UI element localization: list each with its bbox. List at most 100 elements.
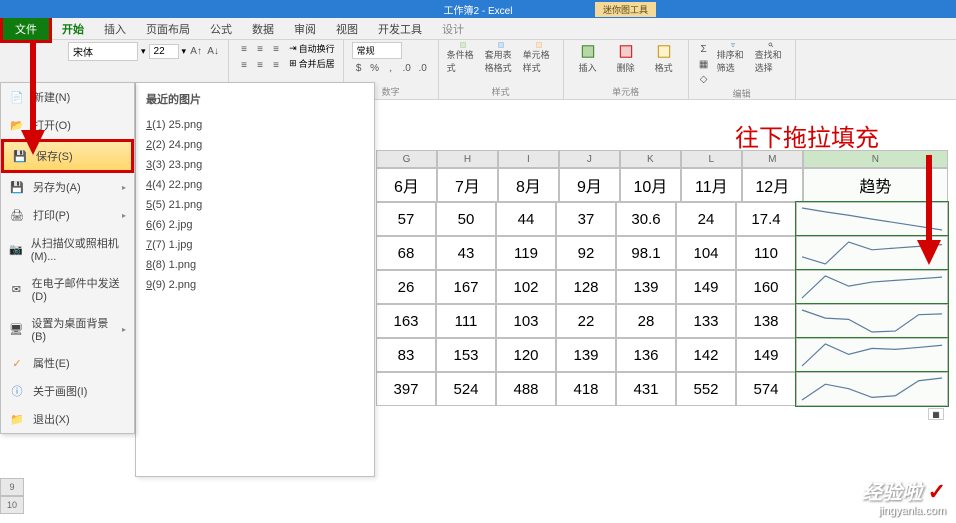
data-cell[interactable]: 119	[496, 236, 556, 270]
header-cell[interactable]: 9月	[559, 168, 620, 202]
tab-review[interactable]: 审阅	[284, 18, 326, 40]
increase-decimal-icon[interactable]: .0	[400, 61, 414, 75]
data-cell[interactable]: 133	[676, 304, 736, 338]
data-cell[interactable]: 574	[736, 372, 796, 406]
header-cell[interactable]: 8月	[498, 168, 559, 202]
sparkline-cell[interactable]	[796, 304, 948, 338]
row-header[interactable]: 9	[0, 478, 24, 496]
data-cell[interactable]: 552	[676, 372, 736, 406]
data-cell[interactable]: 44	[496, 202, 556, 236]
data-cell[interactable]: 111	[436, 304, 496, 338]
tab-start[interactable]: 开始	[52, 18, 94, 40]
tab-formula[interactable]: 公式	[200, 18, 242, 40]
header-cell[interactable]: 12月	[742, 168, 803, 202]
data-cell[interactable]: 103	[496, 304, 556, 338]
data-cell[interactable]: 43	[436, 236, 496, 270]
fill-icon[interactable]: ▦	[697, 57, 711, 71]
recent-item[interactable]: 9(9) 2.png	[146, 275, 364, 295]
insert-cells-button[interactable]: 插入	[572, 42, 604, 74]
menu-background[interactable]: 🖥设置为桌面背景(B)▸	[1, 309, 134, 349]
data-cell[interactable]: 83	[376, 338, 436, 372]
column-header[interactable]: J	[559, 150, 620, 168]
recent-item[interactable]: 4(4) 22.png	[146, 175, 364, 195]
data-cell[interactable]: 50	[436, 202, 496, 236]
data-cell[interactable]: 488	[496, 372, 556, 406]
column-header[interactable]: K	[620, 150, 681, 168]
data-cell[interactable]: 149	[676, 270, 736, 304]
data-cell[interactable]: 128	[556, 270, 616, 304]
data-cell[interactable]: 160	[736, 270, 796, 304]
sparkline-cell[interactable]	[796, 372, 948, 406]
column-header[interactable]: G	[376, 150, 437, 168]
data-cell[interactable]: 22	[556, 304, 616, 338]
data-cell[interactable]: 92	[556, 236, 616, 270]
font-name-select[interactable]: 宋体	[68, 42, 138, 61]
find-select-button[interactable]: 查找和选择	[755, 42, 787, 74]
align-middle-icon[interactable]: ≡	[253, 42, 267, 56]
data-cell[interactable]: 17.4	[736, 202, 796, 236]
tab-layout[interactable]: 页面布局	[136, 18, 200, 40]
conditional-format-button[interactable]: 条件格式	[447, 42, 479, 74]
data-cell[interactable]: 153	[436, 338, 496, 372]
increase-font-icon[interactable]: A↑	[189, 45, 203, 59]
data-cell[interactable]: 57	[376, 202, 436, 236]
recent-item[interactable]: 5(5) 21.png	[146, 195, 364, 215]
column-header[interactable]: L	[681, 150, 742, 168]
data-cell[interactable]: 102	[496, 270, 556, 304]
data-cell[interactable]: 68	[376, 236, 436, 270]
align-top-icon[interactable]: ≡	[237, 42, 251, 56]
comma-icon[interactable]: ,	[384, 61, 398, 75]
sort-filter-button[interactable]: 排序和筛选	[717, 42, 749, 74]
align-bottom-icon[interactable]: ≡	[269, 42, 283, 56]
format-cells-button[interactable]: 格式	[648, 42, 680, 74]
sparkline-cell[interactable]	[796, 270, 948, 304]
data-cell[interactable]: 397	[376, 372, 436, 406]
table-format-button[interactable]: 套用表格格式	[485, 42, 517, 74]
data-cell[interactable]: 30.6	[616, 202, 676, 236]
sparkline-cell[interactable]	[796, 338, 948, 372]
decrease-decimal-icon[interactable]: .0	[416, 61, 430, 75]
recent-item[interactable]: 2(2) 24.png	[146, 135, 364, 155]
data-cell[interactable]: 149	[736, 338, 796, 372]
clear-icon[interactable]: ◇	[697, 72, 711, 86]
data-cell[interactable]: 167	[436, 270, 496, 304]
tab-view[interactable]: 视图	[326, 18, 368, 40]
data-cell[interactable]: 98.1	[616, 236, 676, 270]
align-center-icon[interactable]: ≡	[253, 58, 267, 72]
file-menu-button[interactable]: 文件	[0, 15, 52, 43]
data-cell[interactable]: 138	[736, 304, 796, 338]
header-cell[interactable]: 10月	[620, 168, 681, 202]
font-size-select[interactable]: 22	[149, 44, 179, 59]
align-left-icon[interactable]: ≡	[237, 58, 251, 72]
recent-item[interactable]: 7(7) 1.jpg	[146, 235, 364, 255]
menu-exit[interactable]: 📁退出(X)	[1, 405, 134, 433]
data-cell[interactable]: 418	[556, 372, 616, 406]
align-right-icon[interactable]: ≡	[269, 58, 283, 72]
menu-scan[interactable]: 📷从扫描仪或照相机(M)...	[1, 229, 134, 269]
data-cell[interactable]: 104	[676, 236, 736, 270]
data-cell[interactable]: 120	[496, 338, 556, 372]
header-cell[interactable]: 6月	[376, 168, 437, 202]
recent-item[interactable]: 1(1) 25.png	[146, 115, 364, 135]
currency-icon[interactable]: $	[352, 61, 366, 75]
decrease-font-icon[interactable]: A↓	[206, 45, 220, 59]
data-cell[interactable]: 139	[556, 338, 616, 372]
data-cell[interactable]: 163	[376, 304, 436, 338]
autosum-icon[interactable]: Σ	[697, 42, 711, 56]
percent-icon[interactable]: %	[368, 61, 382, 75]
data-cell[interactable]: 24	[676, 202, 736, 236]
tab-data[interactable]: 数据	[242, 18, 284, 40]
tab-design[interactable]: 设计	[432, 18, 474, 40]
data-cell[interactable]: 431	[616, 372, 676, 406]
wrap-text-button[interactable]: ⇥自动换行	[289, 42, 335, 55]
recent-item[interactable]: 6(6) 2.jpg	[146, 215, 364, 235]
data-cell[interactable]: 524	[436, 372, 496, 406]
cell-style-button[interactable]: 单元格样式	[523, 42, 555, 74]
menu-properties[interactable]: ✓属性(E)	[1, 349, 134, 377]
recent-item[interactable]: 3(3) 23.png	[146, 155, 364, 175]
data-cell[interactable]: 26	[376, 270, 436, 304]
number-format-select[interactable]: 常规	[352, 42, 402, 59]
tab-dev[interactable]: 开发工具	[368, 18, 432, 40]
delete-cells-button[interactable]: 删除	[610, 42, 642, 74]
column-header[interactable]: H	[437, 150, 498, 168]
